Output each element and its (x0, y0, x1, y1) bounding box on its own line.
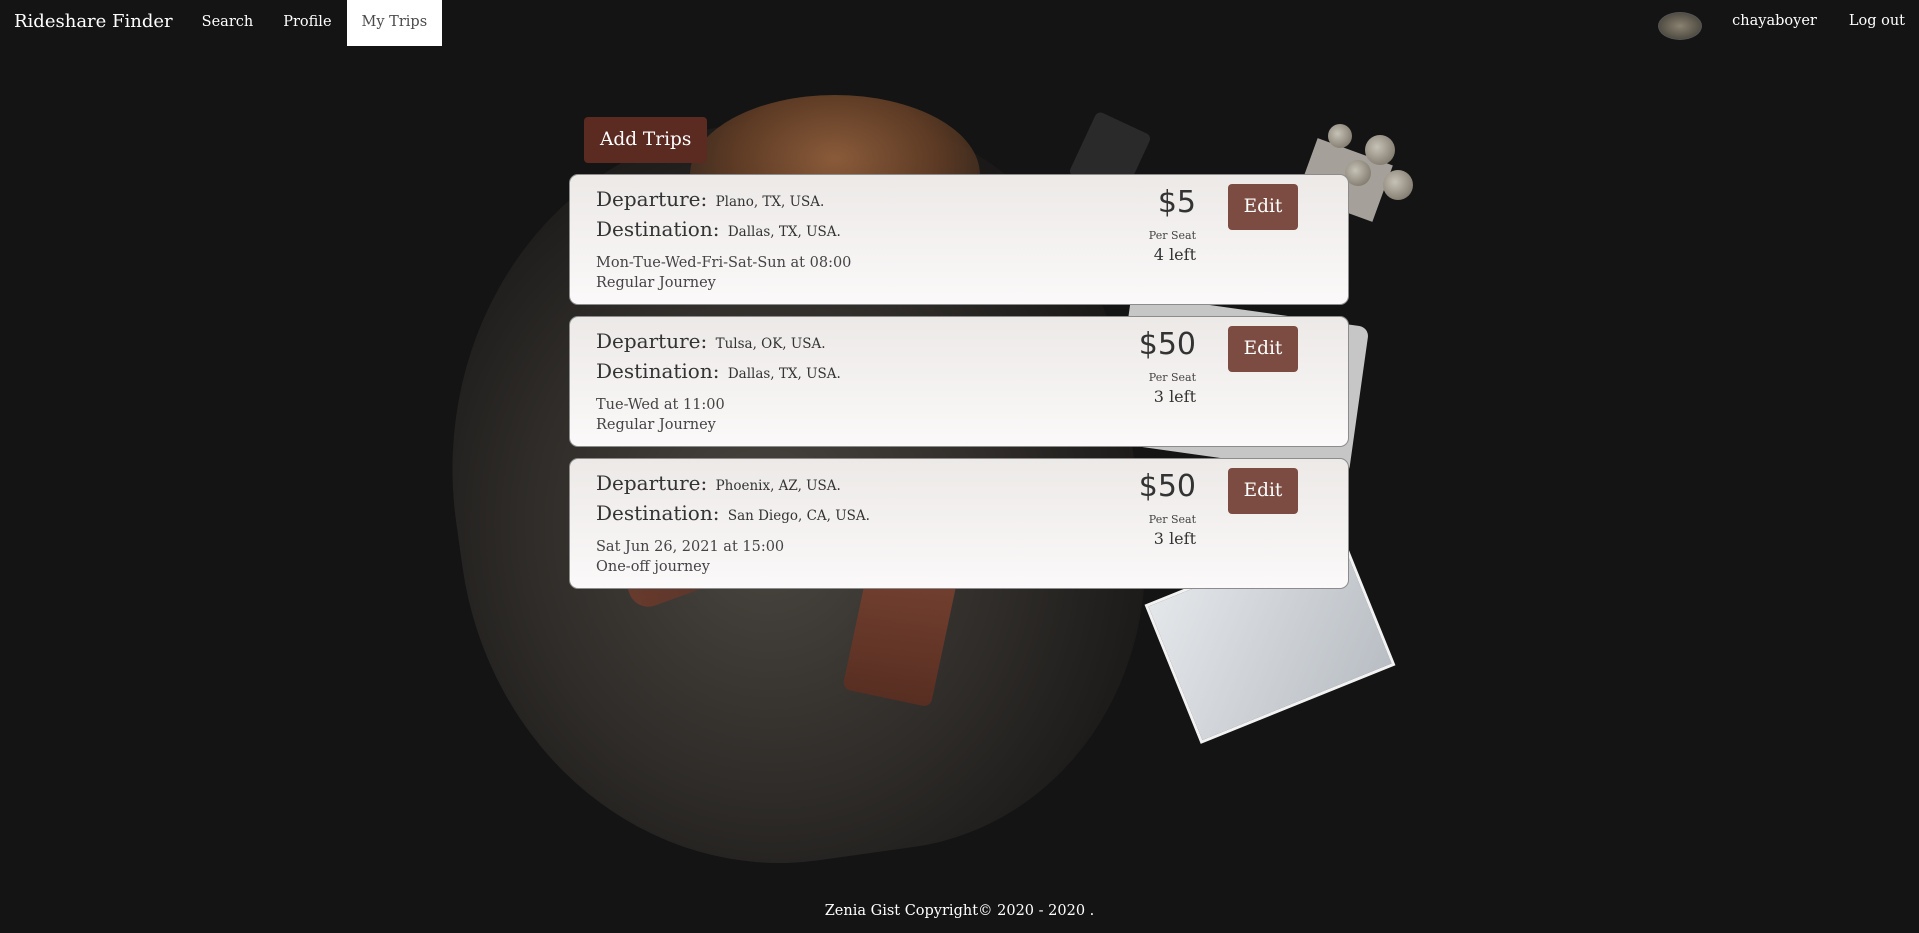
journey-type: One-off journey (596, 559, 710, 575)
departure-row: Departure: Phoenix, AZ, USA. (596, 471, 841, 495)
journey-type: Regular Journey (596, 417, 716, 433)
per-seat-label: Per Seat (1148, 371, 1196, 384)
nav-profile[interactable]: Profile (268, 0, 346, 46)
destination-city: Dallas, TX, USA. (727, 224, 841, 240)
per-seat-label: Per Seat (1148, 513, 1196, 526)
seats-left: 3 left (1153, 387, 1196, 406)
trip-card: Departure: Plano, TX, USA. Destination: … (569, 174, 1349, 305)
destination-row: Destination: Dallas, TX, USA. (596, 217, 841, 241)
navbar: Rideshare Finder Search Profile My Trips… (0, 0, 1919, 46)
departure-city: Tulsa, OK, USA. (715, 336, 826, 352)
departure-label: Departure: (596, 329, 708, 353)
edit-trip-button[interactable]: Edit (1228, 468, 1298, 514)
departure-city: Plano, TX, USA. (715, 194, 825, 210)
per-seat-label: Per Seat (1148, 229, 1196, 242)
destination-city: Dallas, TX, USA. (727, 366, 841, 382)
seats-left: 4 left (1153, 245, 1196, 264)
departure-label: Departure: (596, 471, 708, 495)
destination-label: Destination: (596, 217, 720, 241)
nav-search[interactable]: Search (187, 0, 269, 46)
trip-schedule: Mon-Tue-Wed-Fri-Sat-Sun at 08:00 (596, 255, 852, 271)
trip-card: Departure: Tulsa, OK, USA. Destination: … (569, 316, 1349, 447)
avatar[interactable] (1658, 12, 1703, 40)
coin-shape (1383, 170, 1413, 200)
edit-trip-button[interactable]: Edit (1228, 184, 1298, 230)
trips-content: Add Trips Departure: Plano, TX, USA. Des… (569, 117, 1349, 589)
destination-city: San Diego, CA, USA. (727, 508, 870, 524)
logout-link[interactable]: Log out (1833, 0, 1919, 46)
trip-schedule: Sat Jun 26, 2021 at 15:00 (596, 539, 785, 555)
coin-shape (1365, 135, 1395, 165)
trip-price: $50 (1138, 327, 1196, 362)
trip-price: $50 (1138, 469, 1196, 504)
seats-left: 3 left (1153, 529, 1196, 548)
departure-row: Departure: Plano, TX, USA. (596, 187, 824, 211)
destination-label: Destination: (596, 501, 720, 525)
add-trips-button[interactable]: Add Trips (584, 117, 708, 163)
departure-city: Phoenix, AZ, USA. (715, 478, 841, 494)
departure-row: Departure: Tulsa, OK, USA. (596, 329, 826, 353)
destination-row: Destination: Dallas, TX, USA. (596, 359, 841, 383)
departure-label: Departure: (596, 187, 708, 211)
trip-price: $5 (1157, 185, 1196, 220)
nav-right: chayaboyer Log out (1658, 0, 1919, 46)
trip-card: Departure: Phoenix, AZ, USA. Destination… (569, 458, 1349, 589)
username[interactable]: chayaboyer (1718, 0, 1833, 46)
journey-type: Regular Journey (596, 275, 716, 291)
trip-schedule: Tue-Wed at 11:00 (596, 397, 725, 413)
destination-label: Destination: (596, 359, 720, 383)
footer-copyright: Zenia Gist Copyright© 2020 - 2020 . (824, 903, 1095, 919)
destination-row: Destination: San Diego, CA, USA. (596, 501, 870, 525)
brand-logo[interactable]: Rideshare Finder (0, 0, 187, 46)
edit-trip-button[interactable]: Edit (1228, 326, 1298, 372)
nav-my-trips[interactable]: My Trips (346, 0, 443, 46)
